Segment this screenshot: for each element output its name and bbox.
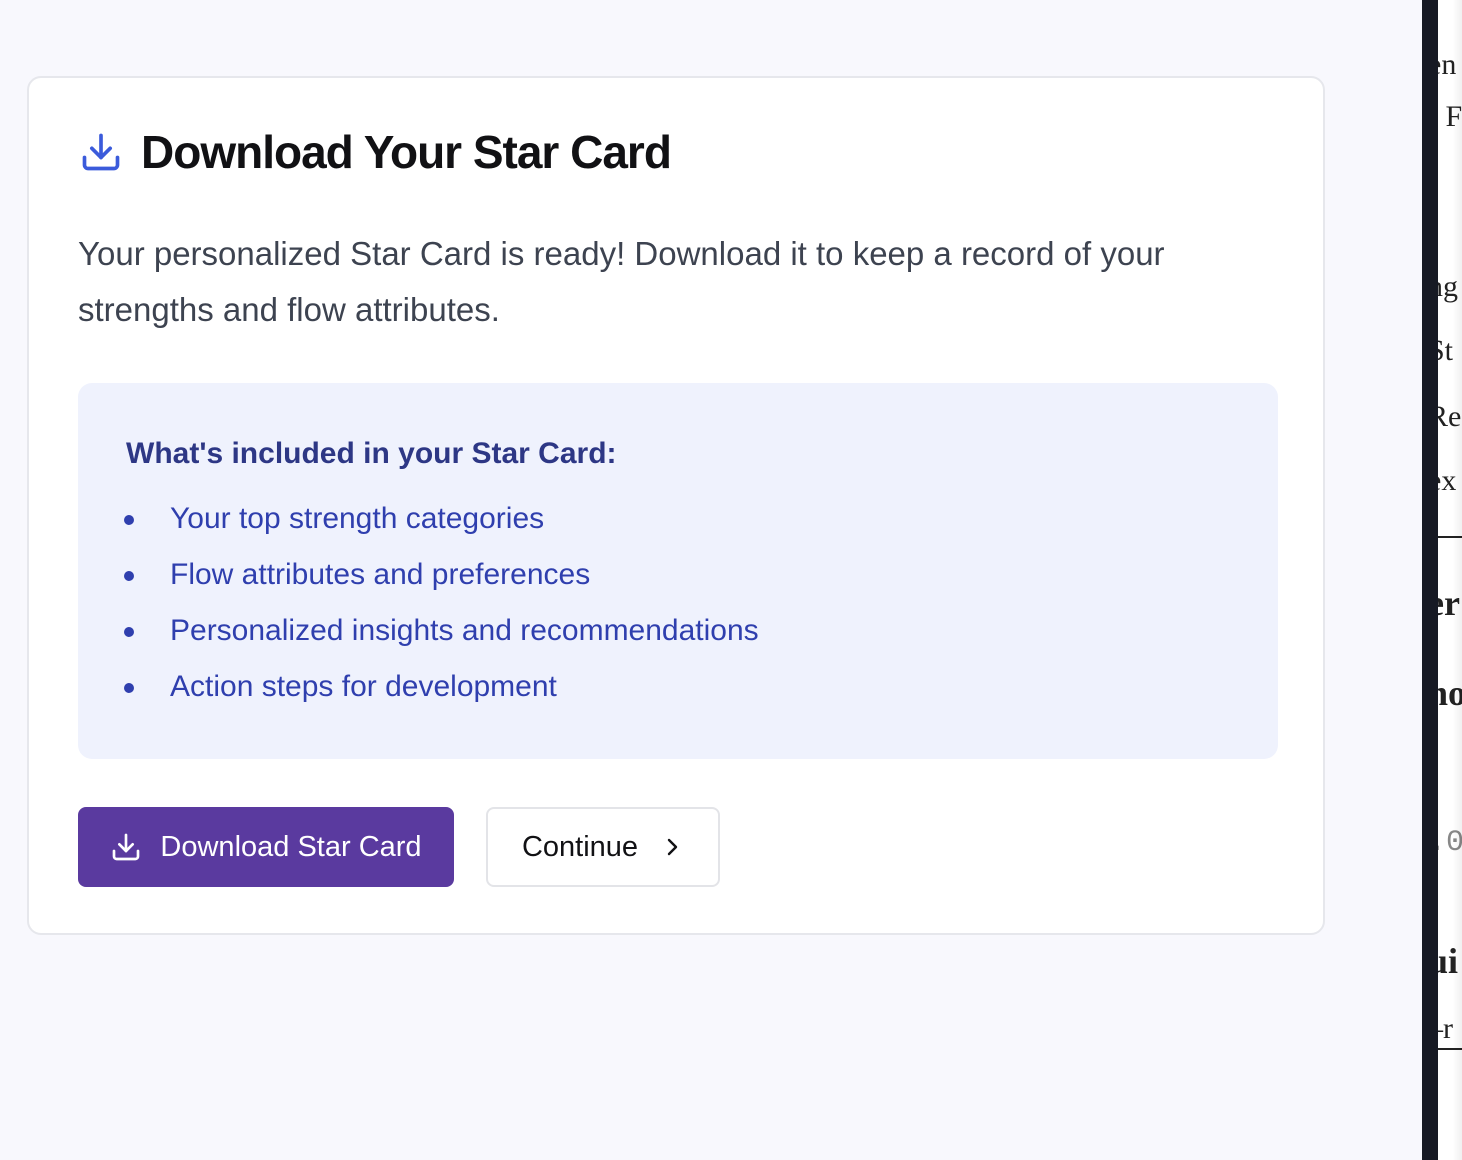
side-text-fragment: ui: [1438, 941, 1459, 981]
list-item: Action steps for development: [124, 659, 759, 715]
bullet-icon: [124, 571, 134, 581]
card-actions: Download Star Card Continue: [78, 807, 720, 887]
download-star-card-button[interactable]: Download Star Card: [78, 807, 454, 887]
list-item: Your top strength categories: [124, 491, 759, 547]
continue-button-label: Continue: [521, 830, 639, 863]
card-header: Download Your Star Card: [79, 126, 672, 178]
list-item-label: Personalized insights and recommendation…: [170, 614, 759, 647]
side-text-fragment: St: [1438, 334, 1454, 367]
side-text-fragment: [ F: [1438, 100, 1462, 133]
side-text-fragment: er: [1438, 583, 1460, 623]
list-item: Personalized insights and recommendation…: [124, 603, 759, 659]
continue-button[interactable]: Continue: [486, 807, 720, 887]
side-text-fragment: –r: [1438, 1012, 1453, 1045]
download-icon: [79, 130, 123, 174]
list-item-label: Your top strength categories: [170, 502, 545, 535]
download-icon: [110, 831, 142, 863]
side-rule: [1438, 536, 1462, 538]
included-box: What's included in your Star Card: Your …: [78, 383, 1278, 759]
included-list: Your top strength categories Flow attrib…: [124, 491, 759, 715]
side-document-pane: en [ F ng St Re ex er no .0 ui –r: [1438, 0, 1462, 1160]
download-star-card-panel: Download Your Star Card Your personalize…: [27, 76, 1325, 935]
side-text-fragment: ex: [1438, 464, 1457, 497]
list-item-label: Action steps for development: [170, 670, 557, 703]
side-rule: [1438, 1048, 1462, 1050]
bullet-icon: [124, 515, 134, 525]
list-item: Flow attributes and preferences: [124, 547, 759, 603]
list-item-label: Flow attributes and preferences: [170, 558, 591, 591]
side-text-fragment: Re: [1438, 400, 1462, 433]
included-heading: What's included in your Star Card:: [126, 437, 617, 470]
side-text-fragment: ng: [1438, 270, 1458, 303]
pane-divider[interactable]: [1422, 0, 1438, 1160]
side-text-fragment: .0: [1438, 826, 1462, 860]
bullet-icon: [124, 683, 134, 693]
bullet-icon: [124, 627, 134, 637]
page-title: Download Your Star Card: [141, 126, 672, 178]
side-text-fragment: no: [1438, 673, 1462, 713]
chevron-right-icon: [660, 835, 684, 859]
card-description: Your personalized Star Card is ready! Do…: [78, 235, 1165, 328]
download-button-label: Download Star Card: [160, 830, 422, 863]
side-text-fragment: en: [1438, 48, 1457, 81]
main-content: Download Your Star Card Your personalize…: [0, 0, 1422, 1160]
